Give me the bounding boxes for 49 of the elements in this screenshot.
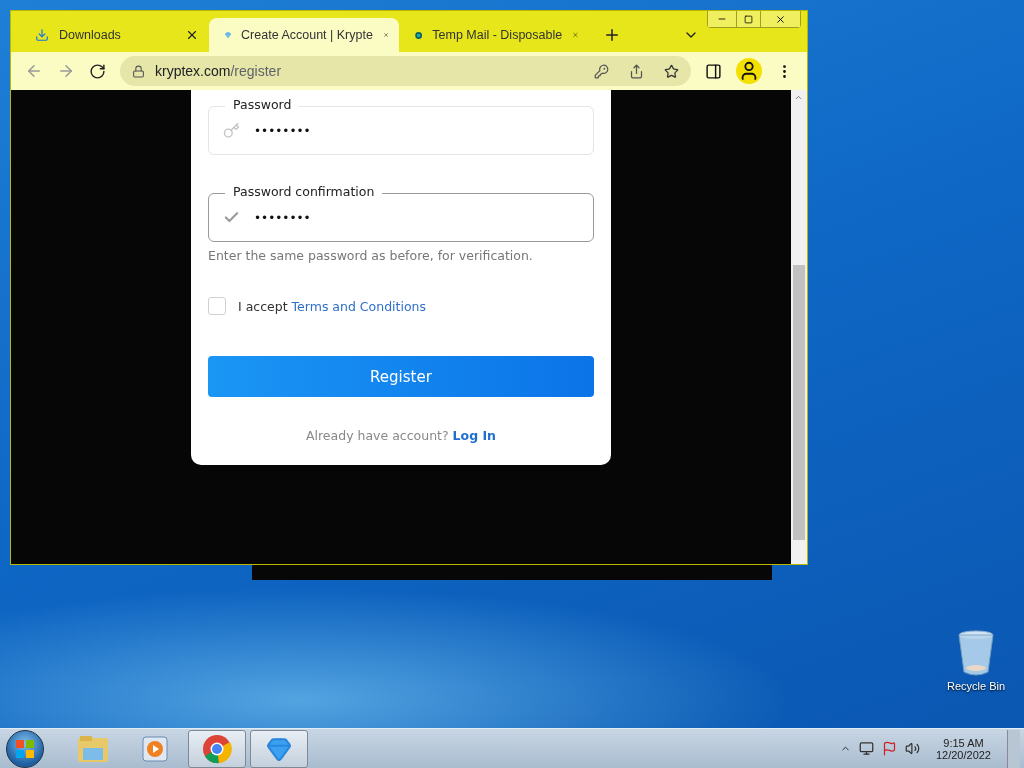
- folder-icon: [77, 734, 109, 763]
- login-prompt: Already have account? Log In: [305, 428, 497, 443]
- terms-text: I accept Terms and Conditions: [238, 298, 426, 314]
- desktop-icon-label[interactable]: Recycle Bin: [946, 680, 1006, 692]
- chrome-logo-icon: [202, 733, 232, 764]
- close-icon[interactable]: [185, 28, 199, 42]
- reload-icon[interactable]: [89, 62, 106, 80]
- clock[interactable]: 9:15 AM 12/20/2022: [935, 736, 991, 761]
- password-value: ••••••••: [254, 210, 312, 225]
- avatar-icon[interactable]: [736, 58, 762, 84]
- login-link[interactable]: Log In: [452, 428, 496, 443]
- minimize-button[interactable]: [708, 11, 736, 27]
- gem-icon: [266, 735, 292, 762]
- play-icon: [142, 735, 168, 762]
- scrollbar-thumb[interactable]: [793, 265, 805, 540]
- lock-icon: [132, 64, 145, 78]
- forward-icon[interactable]: [57, 62, 75, 80]
- terms-checkbox[interactable]: [208, 297, 226, 315]
- maximize-button[interactable]: [736, 11, 760, 27]
- maximize-icon: [744, 14, 753, 24]
- browser-tab[interactable]: Downloads: [19, 18, 209, 52]
- taskbar-app-button[interactable]: [188, 729, 246, 768]
- download-icon: [35, 28, 49, 42]
- start-button[interactable]: [6, 729, 44, 768]
- flag-icon[interactable]: [881, 741, 897, 756]
- side-panel-icon[interactable]: [705, 62, 722, 80]
- back-icon[interactable]: [25, 62, 43, 80]
- share-icon[interactable]: [629, 63, 644, 79]
- address-bar[interactable]: kryptex.com/register: [120, 56, 691, 86]
- close-button[interactable]: [760, 11, 800, 27]
- scrollbar[interactable]: [791, 90, 807, 564]
- close-icon: [775, 13, 786, 25]
- star-icon[interactable]: [664, 63, 679, 79]
- windows-logo-icon: [15, 738, 35, 759]
- scroll-up-icon[interactable]: [794, 93, 803, 102]
- show-desktop-button[interactable]: [1007, 729, 1020, 768]
- recycle-bin-icon[interactable]: [958, 630, 994, 676]
- browser-tab[interactable]: Temp Mail - Disposable: [399, 18, 589, 52]
- new-tab-icon[interactable]: [603, 26, 621, 44]
- key-icon: [223, 122, 240, 139]
- volume-icon[interactable]: [904, 741, 920, 756]
- taskbar-app-button[interactable]: [250, 729, 308, 768]
- hint-text: Enter the same password as before, for verification.: [208, 248, 534, 263]
- register-button[interactable]: Register: [208, 356, 594, 397]
- browser-tab[interactable]: Create Account | Krypte: [209, 18, 399, 52]
- network-icon[interactable]: [858, 741, 874, 756]
- terms-link[interactable]: Terms and Conditions: [291, 298, 426, 314]
- password-value: ••••••••: [254, 123, 312, 138]
- key-icon[interactable]: [594, 63, 609, 79]
